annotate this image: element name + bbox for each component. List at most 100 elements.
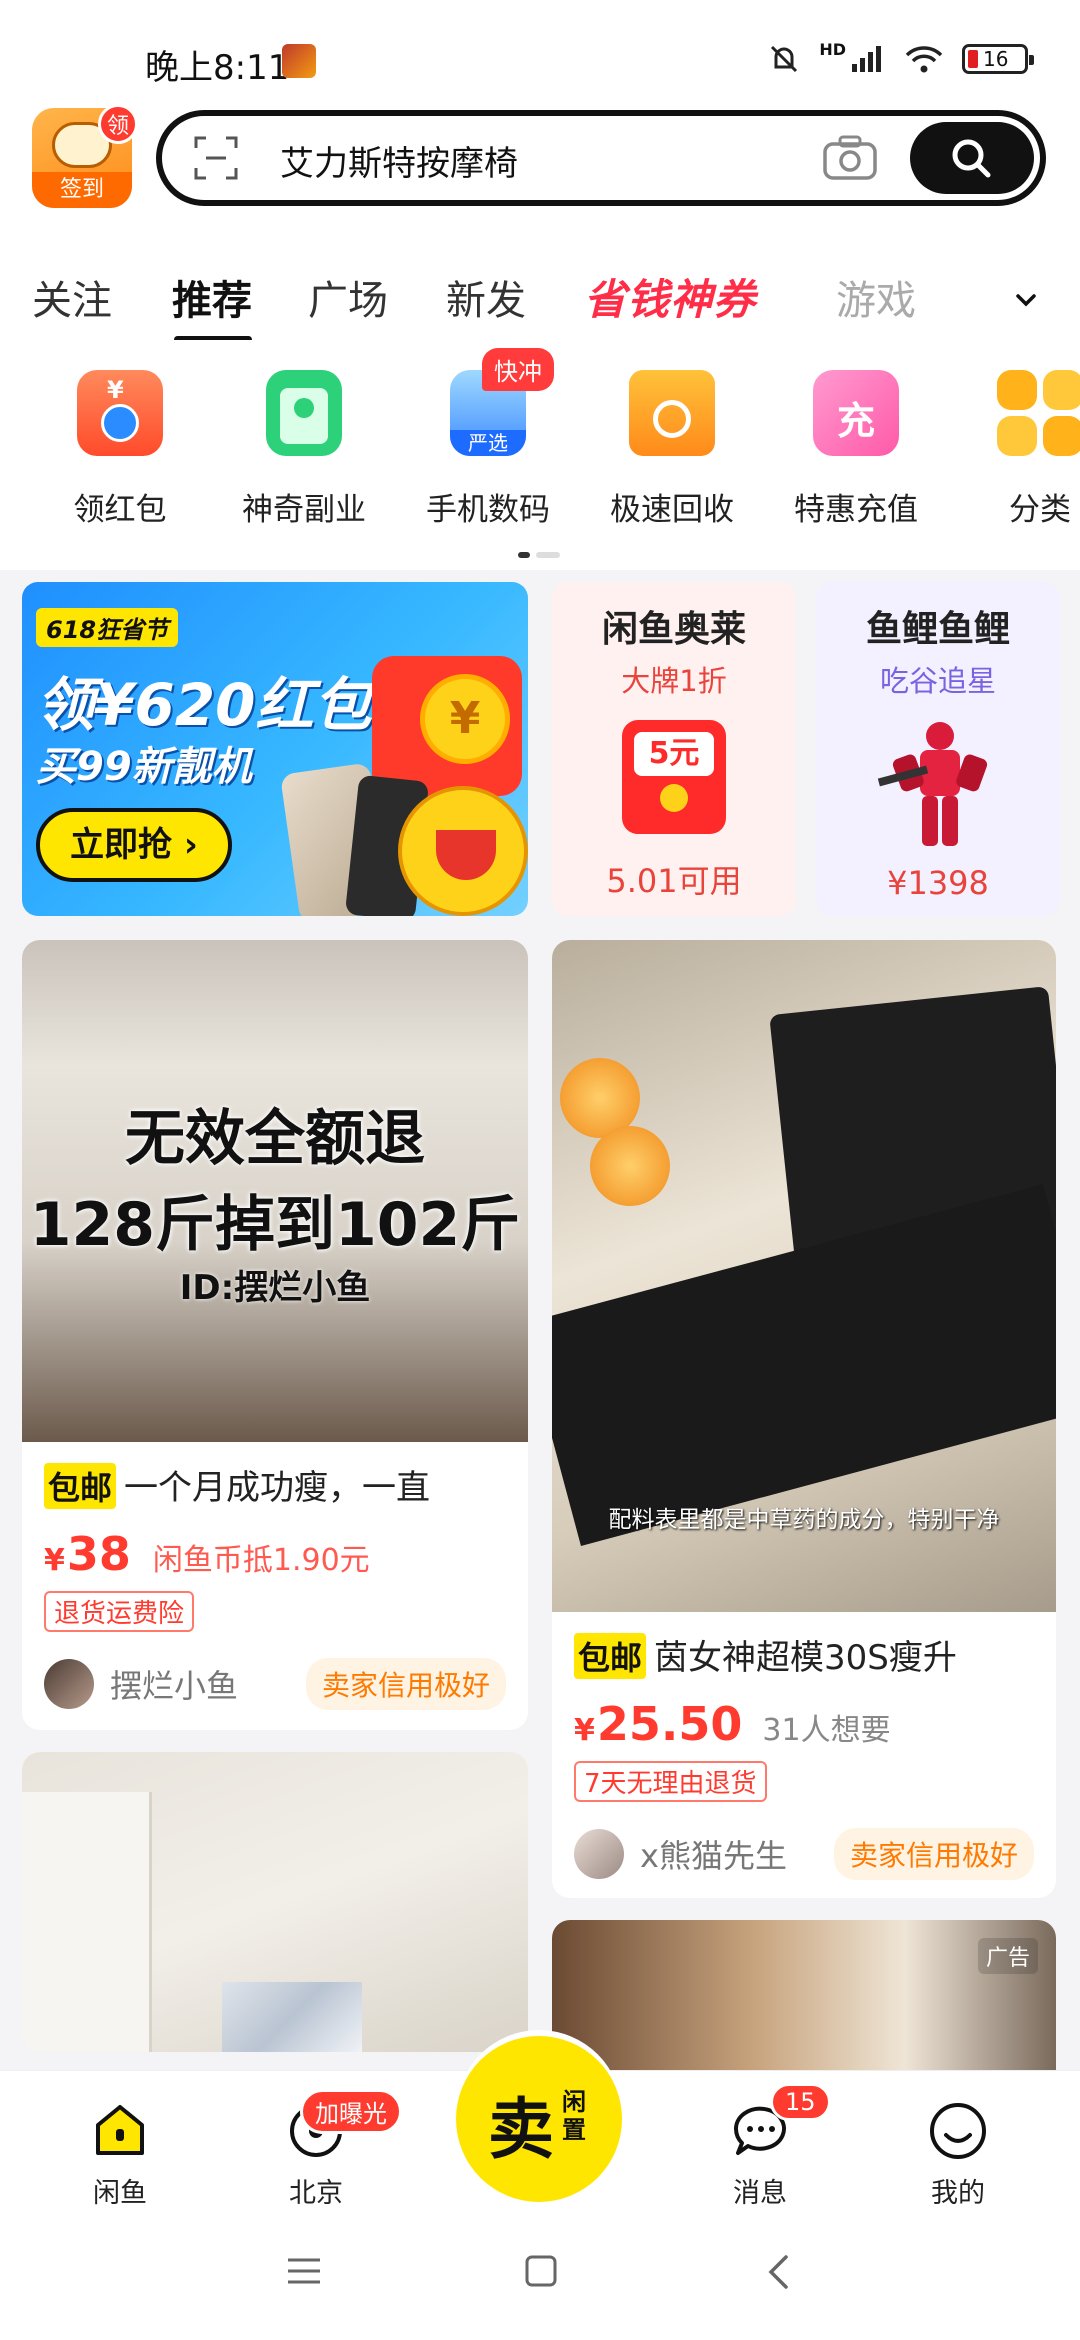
signal-icon xyxy=(852,46,881,72)
product-image[interactable]: 配料表里都是中草药的成分，特别干净 xyxy=(552,940,1056,1612)
signin-badge: 领 xyxy=(98,104,138,144)
sell-sub-label: 闲置 xyxy=(562,2088,586,2144)
sell-button[interactable]: 卖 闲置 xyxy=(456,2036,622,2202)
image-overlay-text: 无效全额退 xyxy=(125,1104,425,1174)
grab-now-button[interactable]: 立即抢 › xyxy=(36,808,232,882)
product-image[interactable] xyxy=(22,1752,528,2052)
category-side-job[interactable]: 神奇副业 xyxy=(224,370,384,529)
product-price: ¥38 闲鱼币抵1.90元 xyxy=(44,1527,506,1581)
tab-square[interactable]: 广场 xyxy=(308,268,388,326)
tab-follow[interactable]: 关注 xyxy=(32,268,112,326)
nav-city-badge: 加曝光 xyxy=(300,2089,402,2134)
sell-label: 卖 xyxy=(488,2091,554,2168)
tab-game[interactable]: 游戏 xyxy=(836,268,916,326)
collectibles-card[interactable]: 鱼鲤鱼鲤 吃谷追星 ¥1398 xyxy=(816,582,1060,916)
camera-icon[interactable] xyxy=(822,134,878,182)
avatar[interactable] xyxy=(44,1659,94,1709)
category-recycle[interactable]: 极速回收 xyxy=(592,370,752,529)
product-price: ¥25.50 31人想要 xyxy=(574,1697,1034,1751)
service-tag: 退货运费险 xyxy=(44,1591,195,1632)
seller-row[interactable]: 摆烂小鱼 卖家信用极好 xyxy=(44,1658,506,1710)
status-time: 晚上8:11 xyxy=(145,48,290,88)
price-amount: 38 xyxy=(66,1527,131,1581)
orange-illustration xyxy=(590,1126,670,1206)
tab-new[interactable]: 新发 xyxy=(446,268,526,326)
seller-row[interactable]: x熊猫先生 卖家信用极好 xyxy=(574,1828,1034,1880)
nav-messages[interactable]: 15 消息 xyxy=(700,2083,831,2210)
home-icon xyxy=(96,2105,144,2155)
want-count: 31人想要 xyxy=(762,1713,891,1748)
product-image[interactable]: 无效全额退 128斤掉到102斤 ID:摆烂小鱼 xyxy=(22,940,528,1442)
video-caption: 配料表里都是中草药的成分，特别干净 xyxy=(608,1507,1000,1533)
recharge-glyph: 充 xyxy=(836,399,875,443)
unread-count-badge: 15 xyxy=(770,2083,831,2121)
status-bar: 晚上8:11 HD 16 xyxy=(0,0,1080,100)
product-box-illustration xyxy=(222,1982,362,2052)
collectibles-price: ¥1398 xyxy=(887,864,989,902)
product-card[interactable] xyxy=(22,1752,528,2052)
tab-recommend[interactable]: 推荐 xyxy=(172,268,252,326)
image-overlay-text: ID:摆烂小鱼 xyxy=(179,1268,371,1308)
battery-level: 16 xyxy=(983,47,1009,71)
product-title: 包邮 茵女神超模30S瘦升 xyxy=(574,1630,1034,1679)
promo-banner-618[interactable]: 618狂省节 领¥620红包 买99新靓机 ¥ 立即抢 › xyxy=(22,582,528,916)
outlet-subtitle: 大牌1折 xyxy=(621,664,727,698)
category-label: 特惠充值 xyxy=(794,492,918,528)
category-label: 极速回收 xyxy=(610,492,734,528)
recharge-icon: 充 xyxy=(813,370,899,456)
nav-messages-label: 消息 xyxy=(733,2178,787,2209)
signin-button[interactable]: 领 签到 xyxy=(32,104,138,208)
product-card[interactable]: 无效全额退 128斤掉到102斤 ID:摆烂小鱼 包邮 一个月成功瘦，一直 ¥38… xyxy=(22,940,528,1730)
search-input[interactable]: 艾力斯特按摩椅 xyxy=(280,136,518,185)
network-label: HD xyxy=(819,39,846,59)
system-nav-bar xyxy=(0,2210,1080,2340)
phone-icon: 严选 快冲 xyxy=(450,348,554,456)
product-card[interactable]: 配料表里都是中草药的成分，特别干净 包邮 茵女神超模30S瘦升 ¥25.50 31… xyxy=(552,940,1056,1898)
menu-icon[interactable] xyxy=(286,2256,322,2286)
outlet-card[interactable]: 闲鱼奥莱 大牌1折 5元 5.01可用 xyxy=(552,582,796,916)
nav-city[interactable]: 加曝光 北京 xyxy=(256,2089,402,2210)
product-title: 包邮 一个月成功瘦，一直 xyxy=(44,1460,506,1509)
search-button[interactable] xyxy=(910,122,1034,194)
chevron-down-icon[interactable] xyxy=(1012,286,1040,314)
tab-coupon-promo[interactable]: 省钱神券 xyxy=(584,266,756,327)
grid-icon xyxy=(997,370,1080,456)
nav-city-label: 北京 xyxy=(289,2178,343,2209)
currency: ¥ xyxy=(44,1543,65,1578)
game-app-icon xyxy=(282,44,316,78)
seller-name[interactable]: 摆烂小鱼 xyxy=(110,1661,306,1707)
coupon-value: 5元 xyxy=(634,732,714,776)
price-amount: 25.50 xyxy=(596,1697,743,1751)
home-square-icon[interactable] xyxy=(524,2254,558,2288)
seller-name[interactable]: x熊猫先生 xyxy=(640,1831,834,1877)
scan-icon[interactable] xyxy=(194,136,238,180)
smiley-face-icon xyxy=(930,2103,986,2159)
category-red-envelope[interactable]: ¥ 领红包 xyxy=(40,370,200,529)
banner-subtitle: 买99新靓机 xyxy=(36,744,252,790)
nav-home[interactable]: 闲鱼 xyxy=(60,2099,180,2210)
cabinet-illustration xyxy=(22,1792,152,2052)
product-info: 包邮 一个月成功瘦，一直 ¥38 闲鱼币抵1.90元 退货运费险 摆烂小鱼 卖家信… xyxy=(22,1460,528,1710)
outlet-price: 5.01可用 xyxy=(606,862,742,900)
category-all[interactable]: 分类 xyxy=(960,370,1080,529)
app-header: 领 签到 艾力斯特按摩椅 关注 推荐 广场 新发 省钱神券 游戏 xyxy=(0,100,1080,343)
free-shipping-tag: 包邮 xyxy=(574,1633,647,1679)
currency: ¥ xyxy=(574,1713,595,1748)
indicator-dot-active xyxy=(518,552,530,558)
collectibles-subtitle: 吃谷追星 xyxy=(879,664,996,698)
banner-tag: 618狂省节 xyxy=(36,608,179,647)
category-recharge[interactable]: 充 特惠充值 xyxy=(776,370,936,529)
avatar[interactable] xyxy=(574,1829,624,1879)
nav-me-label: 我的 xyxy=(931,2178,985,2209)
back-icon[interactable] xyxy=(766,2254,790,2290)
grab-now-label: 立即抢 xyxy=(70,825,173,865)
free-shipping-tag: 包邮 xyxy=(44,1463,117,1509)
bell-muted-icon xyxy=(771,45,798,73)
category-phones[interactable]: 严选 快冲 手机数码 xyxy=(408,348,568,529)
red-envelope-icon: ¥ xyxy=(77,370,163,456)
indicator-dot xyxy=(536,552,560,558)
mascot-illustration xyxy=(398,786,528,916)
category-label: 领红包 xyxy=(73,492,167,528)
search-bar[interactable]: 艾力斯特按摩椅 xyxy=(156,110,1046,206)
nav-me[interactable]: 我的 xyxy=(898,2099,1018,2210)
